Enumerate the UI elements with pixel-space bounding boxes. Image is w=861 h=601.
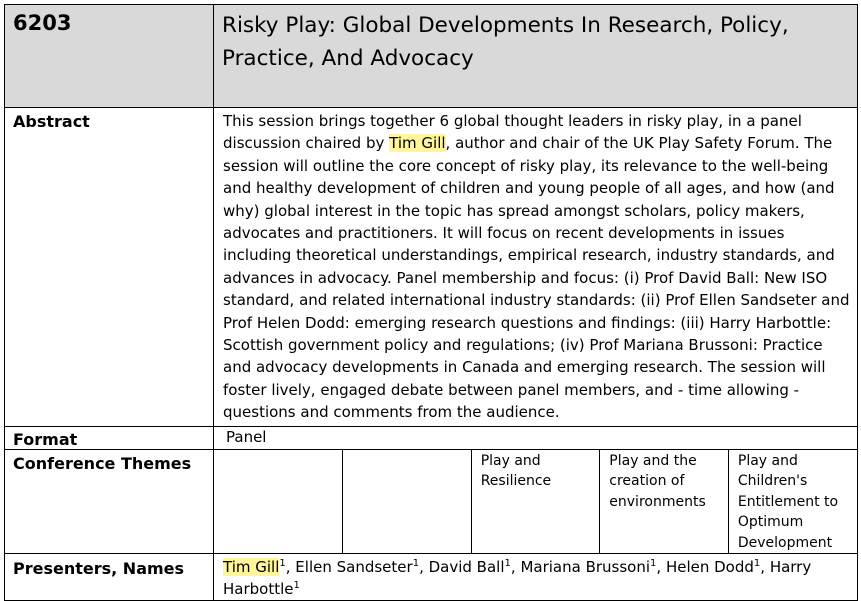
theme-cell	[214, 450, 343, 554]
themes-row: Conference Themes Play and Resilience Pl…	[4, 448, 858, 555]
session-title: Risky Play: Global Developments In Resea…	[213, 4, 858, 108]
theme-cell: Play and Children's Entitlement to Optim…	[727, 449, 857, 554]
presenter: David Ball1,	[428, 558, 521, 577]
presenter: Helen Dodd1,	[665, 558, 770, 577]
presenter-name: David Ball	[428, 558, 505, 577]
presenter: Tim Gill1,	[223, 558, 296, 577]
session-id: 6203	[4, 4, 214, 108]
format-row: Format Panel	[4, 425, 858, 450]
presenters-label: Presenters, Names	[4, 553, 214, 601]
format-label: Format	[4, 425, 214, 450]
themes-table: Play and Resilience Play and the creatio…	[214, 449, 857, 554]
abstract-text-rest: , author and chair of the UK Play Safety…	[223, 134, 850, 422]
theme-cell: Play and Resilience	[470, 449, 600, 554]
presenter: Ellen Sandseter1,	[295, 558, 429, 577]
format-value: Panel	[213, 425, 858, 450]
presenters-row: Presenters, Names Tim Gill1, Ellen Sands…	[4, 553, 858, 601]
presenter-name: Helen Dodd	[665, 558, 754, 577]
themes-label: Conference Themes	[4, 448, 214, 555]
presenters-list: Tim Gill1, Ellen Sandseter1, David Ball1…	[213, 553, 858, 601]
abstract-label: Abstract	[4, 107, 214, 427]
chair-name-highlight: Tim Gill	[389, 134, 446, 153]
theme-cell: Play and the creation of environments	[599, 449, 729, 554]
theme-cell	[342, 449, 472, 554]
presenter-name: Mariana Brussoni	[520, 558, 651, 577]
presenter-affiliation: 1	[293, 580, 300, 592]
presenter-name: Ellen Sandseter	[295, 558, 413, 577]
themes-grid: Play and Resilience Play and the creatio…	[213, 448, 858, 555]
presenter: Mariana Brussoni1,	[520, 558, 666, 577]
abstract-text: This session brings together 6 global th…	[213, 107, 858, 427]
abstract-row: Abstract This session brings together 6 …	[4, 107, 858, 427]
session-table: 6203 Risky Play: Global Developments In …	[4, 4, 858, 601]
presenter-name: Tim Gill	[223, 558, 280, 577]
header-row: 6203 Risky Play: Global Developments In …	[4, 4, 858, 108]
